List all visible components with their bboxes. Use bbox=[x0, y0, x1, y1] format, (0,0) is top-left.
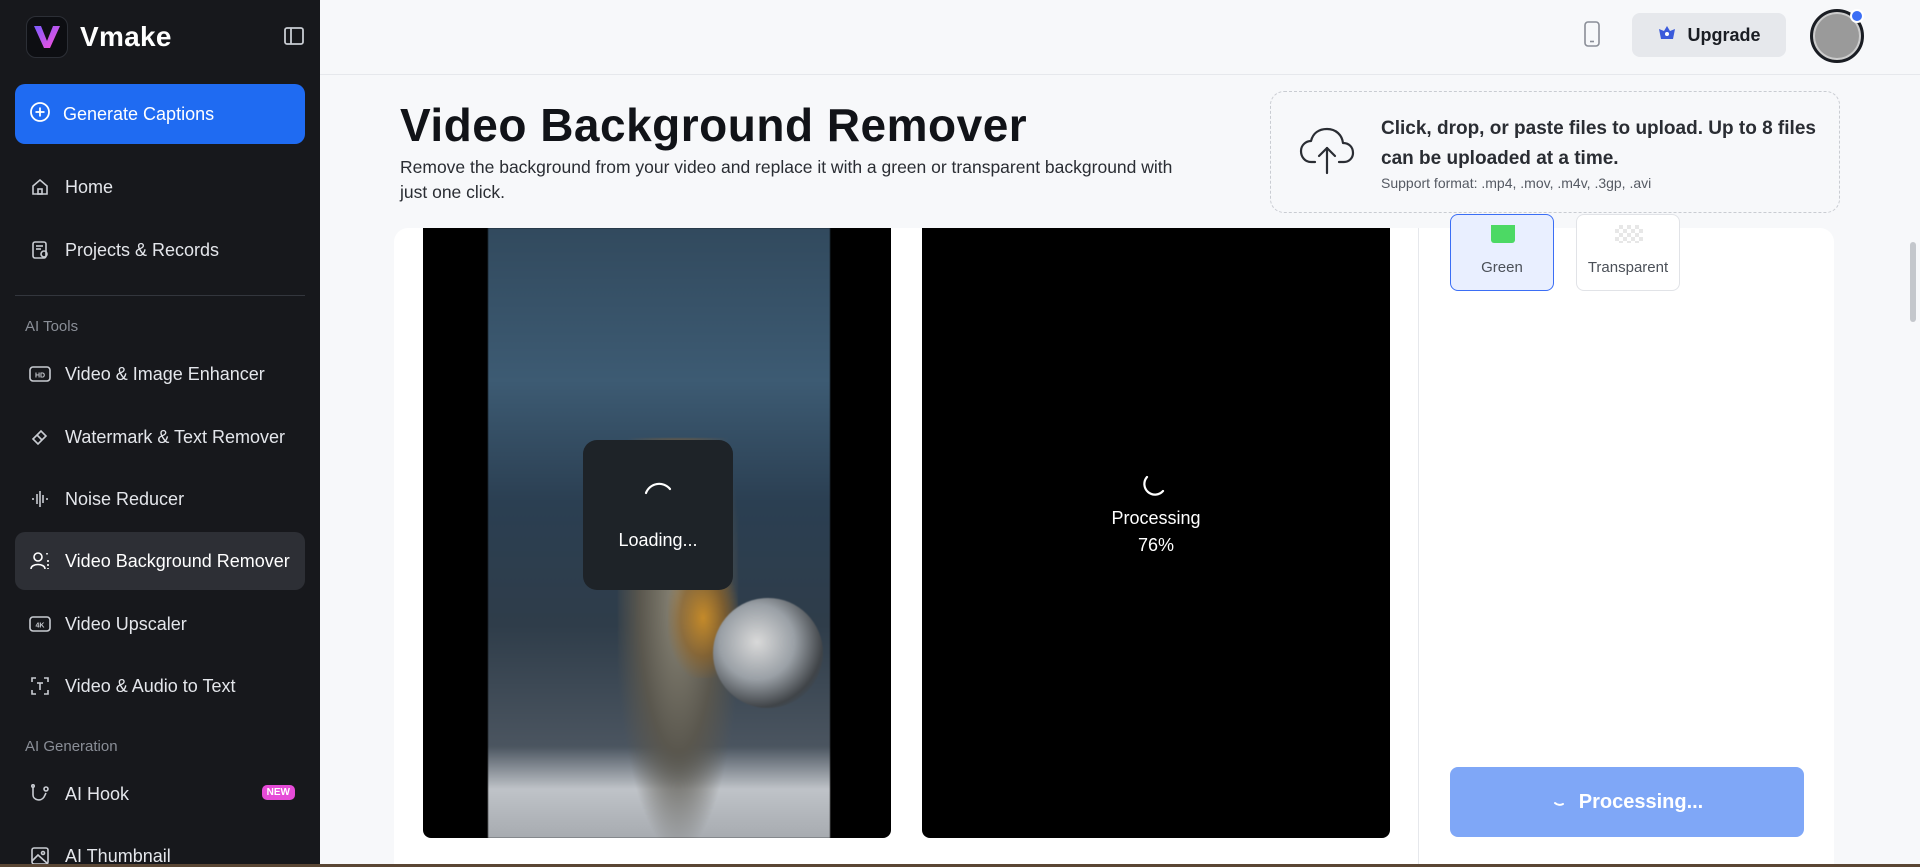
person-cutout-icon bbox=[29, 550, 51, 572]
sidebar-item-label: Video Background Remover bbox=[65, 550, 290, 571]
sidebar-item-to-text[interactable]: Video & Audio to Text bbox=[15, 657, 305, 715]
text-icon bbox=[29, 675, 51, 697]
result-video-preview[interactable]: Processing 76% bbox=[922, 228, 1390, 838]
upgrade-button[interactable]: Upgrade bbox=[1632, 13, 1786, 57]
sidebar-item-ai-hook[interactable]: AI Hook NEW bbox=[15, 765, 305, 823]
spinner-icon bbox=[1551, 790, 1569, 814]
sidebar-item-home[interactable]: Home bbox=[15, 158, 305, 216]
sidebar-item-label: AI Hook bbox=[65, 783, 130, 804]
process-button-label: Processing... bbox=[1578, 790, 1704, 813]
eraser-icon bbox=[29, 426, 51, 448]
video-subject-helmet bbox=[713, 598, 823, 708]
sidebar-item-label: Projects & Records bbox=[65, 239, 220, 260]
loading-text: Loading... bbox=[618, 530, 698, 550]
sidebar-item-label: Video Upscaler bbox=[65, 613, 187, 634]
brand[interactable]: Vmake bbox=[26, 16, 172, 58]
generate-captions-button[interactable]: Generate Captions bbox=[15, 84, 305, 144]
sidebar-item-label: Noise Reducer bbox=[65, 488, 185, 509]
records-icon bbox=[29, 239, 51, 261]
new-badge: NEW bbox=[261, 785, 295, 800]
sidebar-item-bg-remover[interactable]: Video Background Remover bbox=[15, 532, 305, 590]
sidebar-item-projects[interactable]: Projects & Records bbox=[15, 221, 305, 279]
sidebar-item-watermark[interactable]: Watermark & Text Remover bbox=[15, 408, 305, 466]
bg-option-label: Transparent bbox=[1587, 259, 1669, 276]
loading-overlay: Loading... bbox=[583, 440, 733, 590]
page-description: Remove the background from your video an… bbox=[400, 157, 1173, 202]
upgrade-label: Upgrade bbox=[1687, 24, 1761, 45]
section-label-ai-tools: AI Tools bbox=[25, 318, 79, 335]
vmake-logo-icon bbox=[26, 16, 68, 58]
transparent-swatch-icon bbox=[1615, 225, 1643, 243]
processing-text: Processing bbox=[1111, 508, 1201, 528]
upload-instructions: Click, drop, or paste files to upload. U… bbox=[1381, 118, 1816, 169]
plus-circle-icon bbox=[29, 101, 51, 128]
svg-text:4K: 4K bbox=[36, 623, 45, 630]
bg-option-transparent[interactable]: Transparent bbox=[1576, 214, 1680, 291]
bg-option-label: Green bbox=[1481, 259, 1523, 276]
top-bar: Upgrade bbox=[320, 0, 1920, 75]
original-video-preview[interactable]: Loading... bbox=[423, 228, 891, 838]
svg-text:HD: HD bbox=[35, 373, 45, 380]
process-button[interactable]: Processing... bbox=[1450, 767, 1804, 837]
sidebar-item-enhancer[interactable]: HD Video & Image Enhancer bbox=[15, 345, 305, 403]
upload-formats: Support format: .mp4, .mov, .m4v, .3gp, … bbox=[1381, 175, 1652, 191]
sidebar-item-noise[interactable]: Noise Reducer bbox=[15, 470, 305, 528]
bg-option-green[interactable]: Green bbox=[1450, 214, 1554, 291]
mobile-phone-icon[interactable] bbox=[1582, 21, 1602, 47]
crown-icon bbox=[1657, 24, 1677, 47]
4k-icon: 4K bbox=[29, 613, 51, 635]
hook-icon bbox=[29, 783, 51, 805]
sidebar-item-label: Video & Audio to Text bbox=[65, 675, 236, 696]
processing-overlay: Processing 76% bbox=[922, 473, 1390, 556]
green-swatch-icon bbox=[1491, 225, 1515, 243]
sidebar-toggle-icon[interactable] bbox=[282, 24, 306, 48]
sidebar-item-ai-thumbnail[interactable]: AI Thumbnail bbox=[15, 827, 305, 867]
upload-dropzone[interactable]: Click, drop, or paste files to upload. U… bbox=[1270, 91, 1840, 213]
page-title: Video Background Remover bbox=[400, 99, 1028, 151]
waveform-icon bbox=[29, 488, 51, 510]
brand-name: Vmake bbox=[80, 21, 172, 52]
home-icon bbox=[29, 176, 51, 198]
sidebar: Vmake Generate Captions Home Projects & … bbox=[0, 0, 320, 867]
generate-captions-label: Generate Captions bbox=[63, 103, 215, 124]
spinner-icon bbox=[1141, 473, 1171, 502]
hd-icon: HD bbox=[29, 363, 51, 385]
section-label-ai-generation: AI Generation bbox=[25, 738, 118, 755]
sidebar-item-label: Home bbox=[65, 176, 114, 197]
scrollbar-thumb[interactable] bbox=[1910, 242, 1916, 322]
sidebar-item-label: Watermark & Text Remover bbox=[65, 426, 286, 447]
sidebar-divider bbox=[15, 295, 305, 296]
avatar-status-badge bbox=[1850, 9, 1864, 23]
panel-divider bbox=[1418, 228, 1419, 867]
spinner-icon bbox=[641, 479, 675, 504]
processing-percent: 76% bbox=[1137, 535, 1175, 555]
sidebar-item-label: Video & Image Enhancer bbox=[65, 363, 265, 384]
scrollbar[interactable] bbox=[1906, 228, 1920, 867]
cloud-upload-icon bbox=[1299, 126, 1355, 176]
sidebar-item-upscaler[interactable]: 4K Video Upscaler bbox=[15, 595, 305, 653]
